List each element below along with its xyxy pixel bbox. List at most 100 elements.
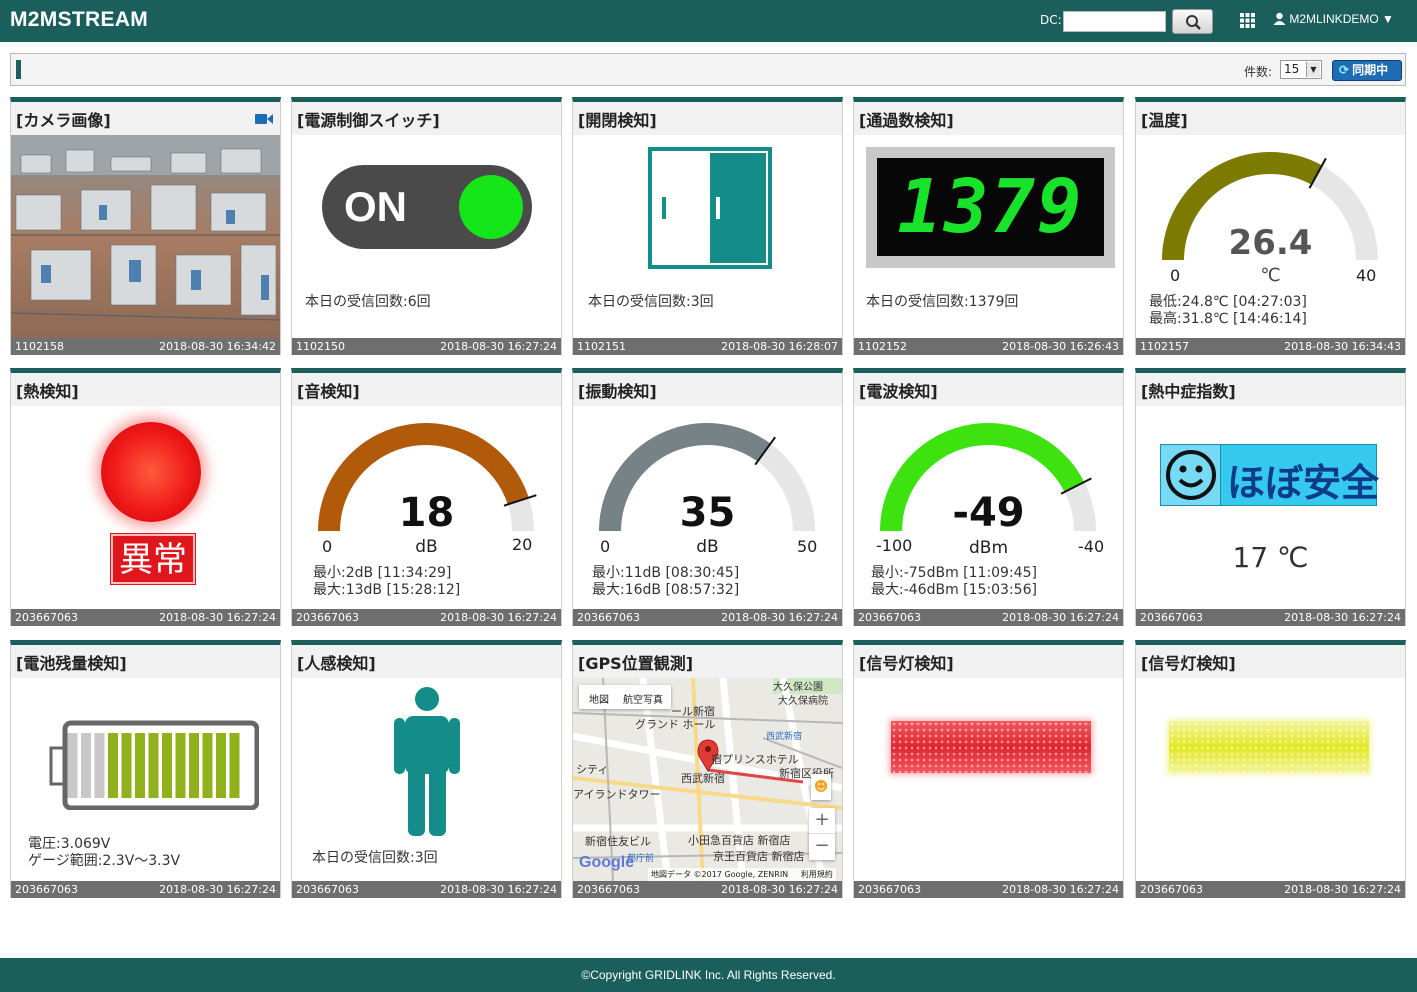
card-body: -49 dBm -100 -40 最小:-75dBm [11:09:45] 最大… [854,406,1123,609]
card-heatstroke-index[interactable]: [熱中症指数] ほぼ安全 17 ℃ 203667063 2018-08-30 1… [1135,368,1406,626]
map-type-control[interactable]: 地図 航空写真 [579,685,671,709]
card-radio-sensor[interactable]: [電波検知] -49 dBm -100 -40 最小:-75dBm [11:09… [853,368,1124,626]
count-label: 件数: [1244,65,1273,79]
battery-cell [229,733,240,798]
card-pass-counter[interactable]: [通過数検知] 1379 本日の受信回数:1379回 1102152 2018-… [853,97,1124,355]
card-footer: 203667063 2018-08-30 16:27:24 [11,609,280,626]
receive-count: 本日の受信回数:1379回 [866,294,1019,310]
video-camera-icon[interactable] [255,113,273,125]
count-select[interactable]: 15 ▼ [1280,60,1322,79]
zoom-in-button[interactable]: + [809,808,835,834]
user-menu[interactable]: M2MLINKDEMO ▼ [1273,12,1394,26]
map-label: アイランドタワー [573,788,661,801]
device-id: 1102152 [858,340,907,353]
battery-cell [67,733,78,798]
battery-cell [148,733,159,798]
card-vibration-sensor[interactable]: [振動検知] 35 dB 0 50 最小:11dB [08:30:45] 最大:… [572,368,843,626]
card-footer: 1102152 2018-08-30 16:26:43 [854,338,1123,355]
card-power-switch[interactable]: [電源制御スイッチ] ON 本日の受信回数:6回 1102150 2018-08… [291,97,562,355]
gauge-range: ゲージ範囲:2.3V～3.3V [28,853,181,869]
toggle-knob [459,175,523,239]
card-footer: 1102151 2018-08-30 16:28:07 [573,338,842,355]
device-id: 203667063 [15,611,78,624]
card-footer: 1102158 2018-08-30 16:34:42 [11,338,280,355]
card-body: 35 dB 0 50 最小:11dB [08:30:45] 最大:16dB [0… [573,406,842,609]
battery-cell [108,733,118,798]
map-terms-link[interactable]: 利用規約 [801,870,833,879]
card-temperature[interactable]: [温度] 26.4 ℃ 0 40 最低:24.8℃ [04:27:03] 最高:… [1135,97,1406,355]
card-motion-sensor[interactable]: [人感検知] 本日の受信回数:3回 203667063 2018-08-30 1… [291,640,562,898]
gauge-min: 0 [600,537,611,556]
card-sound-sensor[interactable]: [音検知] 18 dB 0 20 最小:2dB [11:34:29] 最大:13… [291,368,562,626]
map-tab-satellite[interactable]: 航空写真 [623,691,663,706]
camera-image[interactable] [11,135,280,338]
sync-button[interactable]: ⟳ 同期中 [1332,60,1402,81]
status-badge: 異常 [110,533,196,585]
timestamp: 2018-08-30 16:27:24 [159,883,276,896]
safety-status: ほぼ安全 [1227,461,1380,505]
device-id: 203667063 [15,883,78,896]
max-reading: 最大:-46dBm [15:03:56] [871,582,1037,598]
dc-search-input[interactable] [1063,11,1166,32]
card-signal-light-yellow[interactable]: [信号灯検知] 203667063 2018-08-30 16:27:24 [1135,640,1406,898]
timestamp: 2018-08-30 16:27:24 [1284,883,1401,896]
battery-cell [94,733,105,798]
device-id: 203667063 [296,883,359,896]
google-logo: Google [579,854,635,871]
max-reading: 最大:13dB [15:28:12] [313,582,461,598]
map-label: 大久保公園 [773,682,823,693]
user-icon [1273,12,1286,25]
person-icon [394,687,460,836]
card-footer: 203667063 2018-08-30 16:27:24 [854,609,1123,626]
zoom-out-button[interactable]: − [809,834,835,860]
card-title: [カメラ画像] [11,102,280,135]
timestamp: 2018-08-30 16:27:24 [721,611,838,624]
grid-menu-icon[interactable] [1240,13,1255,28]
device-id: 1102157 [1140,340,1189,353]
zoom-controls: + − [809,808,835,860]
toolbar: 件数: 15 ▼ ⟳ 同期中 [10,53,1406,86]
max-reading: 最大:16dB [08:57:32] [592,582,740,598]
signal-light-yellow [1169,721,1369,773]
voltage: 電圧:3.069V [28,836,111,852]
search-button[interactable] [1172,9,1213,34]
timestamp: 2018-08-30 16:27:24 [1284,611,1401,624]
map-label: シティ [576,763,609,776]
pegman-icon[interactable]: ☻ [811,774,831,800]
device-id: 1102150 [296,340,345,353]
map-tab-map[interactable]: 地図 [589,691,609,706]
map-label: 小田急百貨店 新宿店 [688,834,791,847]
smiley-icon [1166,450,1216,500]
card-door-sensor[interactable]: [開閉検知] 本日の受信回数:3回 1102151 2018-08-30 16:… [572,97,843,355]
gauge-min: -100 [876,536,913,555]
card-gps[interactable]: [GPS位置観測] 地図 航空写真 大久保公園 大久保病院 ール新宿 グランド … [572,640,843,898]
card-battery[interactable]: [電池残量検知] 電圧:3.069V ゲージ範囲:2.3V～3.3V 20366… [10,640,281,898]
toggle-label: ON [344,183,407,230]
brand-logo[interactable]: M2MSTREAM [10,8,148,32]
gauge-min: 0 [322,537,333,556]
min-reading: 最低:24.8℃ [04:27:03] [1149,294,1307,310]
battery-cell [216,733,226,798]
card-signal-light-red[interactable]: [信号灯検知] 203667063 2018-08-30 16:27:24 [853,640,1124,898]
card-title: [電源制御スイッチ] [292,102,561,135]
user-name: M2MLINKDEMO ▼ [1289,12,1394,26]
gauge-max: 20 [512,535,533,554]
card-body: 26.4 ℃ 0 40 最低:24.8℃ [04:27:03] 最高:31.8℃… [1136,135,1405,338]
card-body: 本日の受信回数:3回 [292,678,561,881]
device-id: 203667063 [858,883,921,896]
gps-map[interactable]: 地図 航空写真 大久保公園 大久保病院 ール新宿 グランド ホール 西武新宿 宿… [573,678,842,881]
gauge-value: 18 [398,490,455,536]
battery-icon [49,720,259,810]
timestamp: 2018-08-30 16:27:24 [440,340,557,353]
card-camera[interactable]: [カメラ画像] 1102158 2018-08-30 16:34:42 [10,97,281,355]
device-id: 203667063 [577,611,640,624]
card-title: [通過数検知] [854,102,1123,135]
card-heat-sensor[interactable]: [熱検知] 異常 203667063 2018-08-30 16:27:24 [10,368,281,626]
alarm-lamp [101,422,201,522]
card-title: [人感検知] [292,645,561,678]
counter-display: 1379 [866,147,1115,268]
receive-count: 本日の受信回数:6回 [305,294,431,310]
timestamp: 2018-08-30 16:34:43 [1284,340,1401,353]
min-reading: 最小:-75dBm [11:09:45] [871,565,1037,581]
power-toggle[interactable]: ON [322,165,532,249]
